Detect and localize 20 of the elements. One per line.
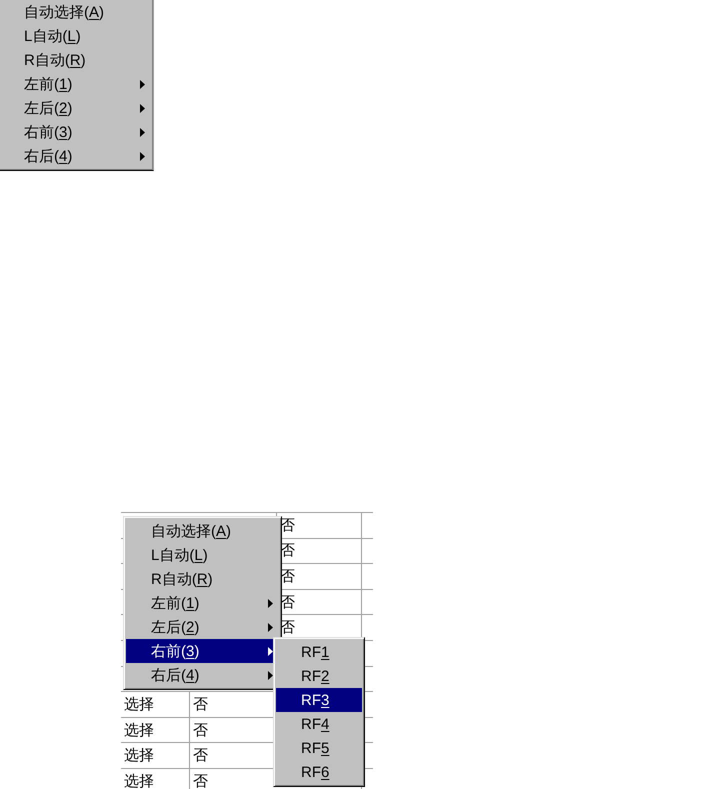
menu-item[interactable]: 左前(1) xyxy=(0,72,151,96)
menu-item[interactable]: R自动(R) xyxy=(126,567,279,591)
table-cell: 选择 xyxy=(121,692,190,717)
menu-item[interactable]: 左后(2) xyxy=(0,96,151,120)
menu-item[interactable]: 左后(2) xyxy=(126,615,279,639)
menu-item[interactable]: 右后(4) xyxy=(0,144,151,168)
menu-item[interactable]: L自动(L) xyxy=(126,543,279,567)
menu-item[interactable]: 自动选择(A) xyxy=(126,519,279,543)
menu-item[interactable]: RF2 xyxy=(276,664,362,688)
menu-item[interactable]: 自动选择(A) xyxy=(0,0,151,24)
menu-item[interactable]: 左前(1) xyxy=(126,591,279,615)
menu-item[interactable]: RF1 xyxy=(276,640,362,664)
table-cell: 选择 xyxy=(121,768,190,789)
menu-item[interactable]: 右后(4) xyxy=(126,663,279,687)
menu-item[interactable]: RF3 xyxy=(276,688,362,712)
table-cell: 选择 xyxy=(121,743,190,768)
menu-item[interactable]: R自动(R) xyxy=(0,48,151,72)
menu-item[interactable]: 右前(3) xyxy=(0,120,151,144)
menu-item[interactable]: L自动(L) xyxy=(0,24,151,48)
table-cell: 选择 xyxy=(121,718,190,742)
